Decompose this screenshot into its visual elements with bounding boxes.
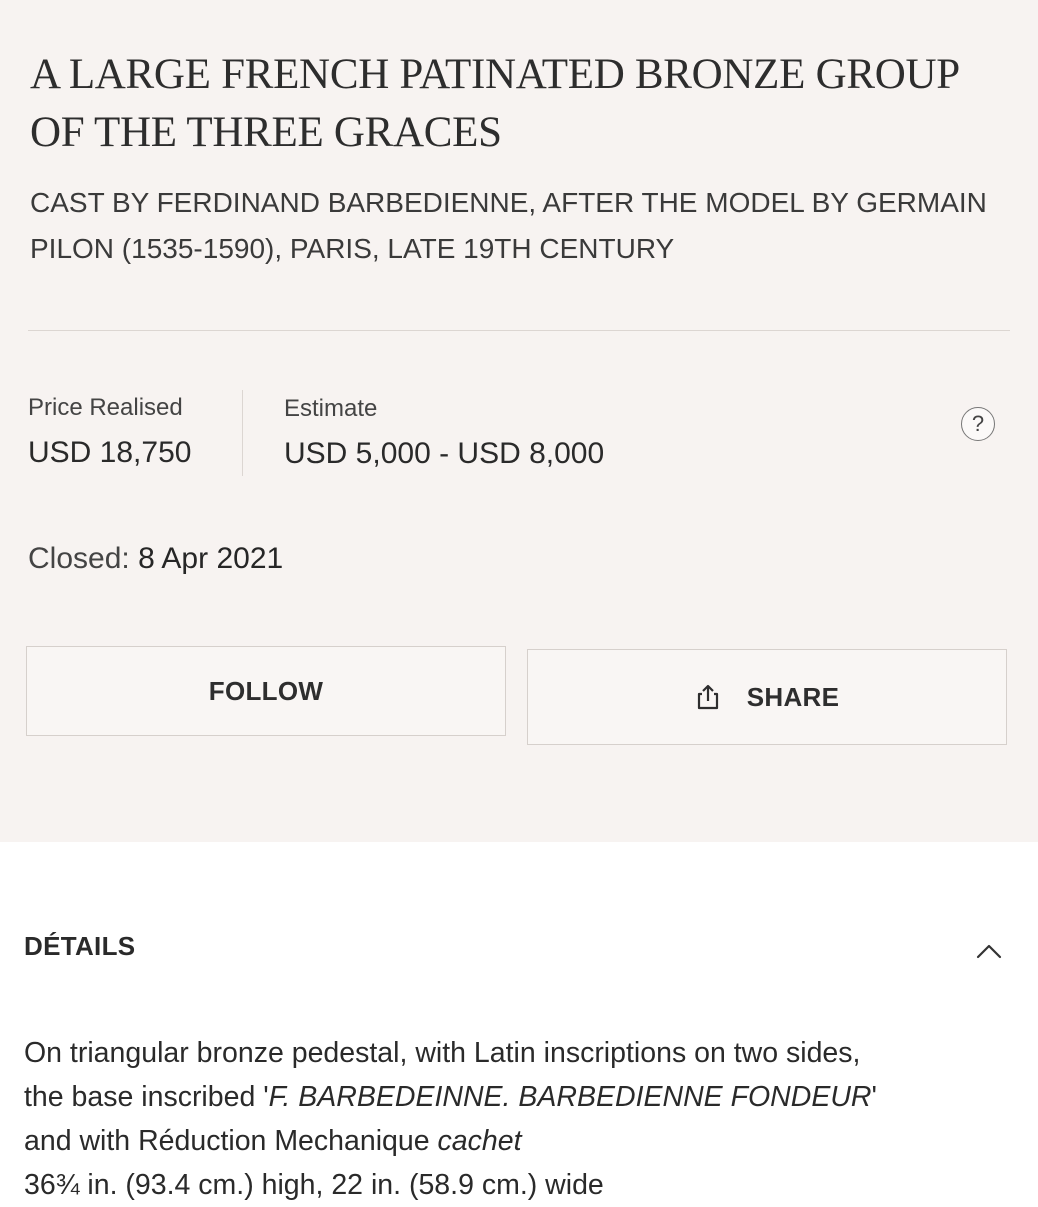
price-realised: Price Realised USD 18,750 (28, 392, 191, 472)
share-button-label: SHARE (746, 681, 840, 712)
share-button[interactable]: SHARE (527, 649, 1007, 745)
price-realised-label: Price Realised (28, 394, 183, 421)
closed-status: Closed: 8 Apr 2021 (28, 540, 283, 578)
details-description: On triangular bronze pedestal, with Lati… (24, 1031, 1024, 1207)
share-icon (697, 684, 718, 710)
follow-button-label: FOLLOW (208, 675, 324, 706)
cachet-text: cachet (437, 1125, 522, 1157)
closed-label: Closed: (28, 542, 130, 575)
lot-title: A LARGE FRENCH PATINATED BRONZE GROUP OF… (30, 51, 959, 156)
details-line: and with Réduction Mechanique cachet (24, 1125, 522, 1157)
details-accordion-header[interactable]: DÉTAILS (24, 928, 1014, 968)
price-realised-value: USD 18,750 (28, 436, 192, 469)
price-divider (242, 390, 243, 476)
details-title: DÉTAILS (24, 931, 136, 961)
lot-summary-panel: A LARGE FRENCH PATINATED BRONZE GROUP OF… (0, 0, 1038, 842)
closed-date: 8 Apr 2021 (138, 542, 284, 575)
dimensions-line: 36¾ in. (93.4 cm.) high, 22 in. (58.9 cm… (24, 1169, 604, 1201)
lot-subtitle: CAST BY FERDINAND BARBEDIENNE, AFTER THE… (30, 187, 987, 264)
details-line: On triangular bronze pedestal, with Lati… (24, 1037, 861, 1069)
chevron-up-icon[interactable] (974, 936, 1004, 966)
question-mark-icon[interactable]: ? (961, 407, 995, 441)
follow-button[interactable]: FOLLOW (26, 646, 506, 736)
divider (28, 330, 1010, 331)
estimate-label: Estimate (284, 395, 378, 422)
estimate: Estimate USD 5,000 - USD 8,000 (284, 393, 604, 473)
inscription-text: F. BARBEDEINNE. BARBEDIENNE FONDEUR (268, 1081, 872, 1113)
estimate-value: USD 5,000 - USD 8,000 (284, 437, 605, 470)
details-line: the base inscribed 'F. BARBEDEINNE. BARB… (24, 1081, 877, 1113)
